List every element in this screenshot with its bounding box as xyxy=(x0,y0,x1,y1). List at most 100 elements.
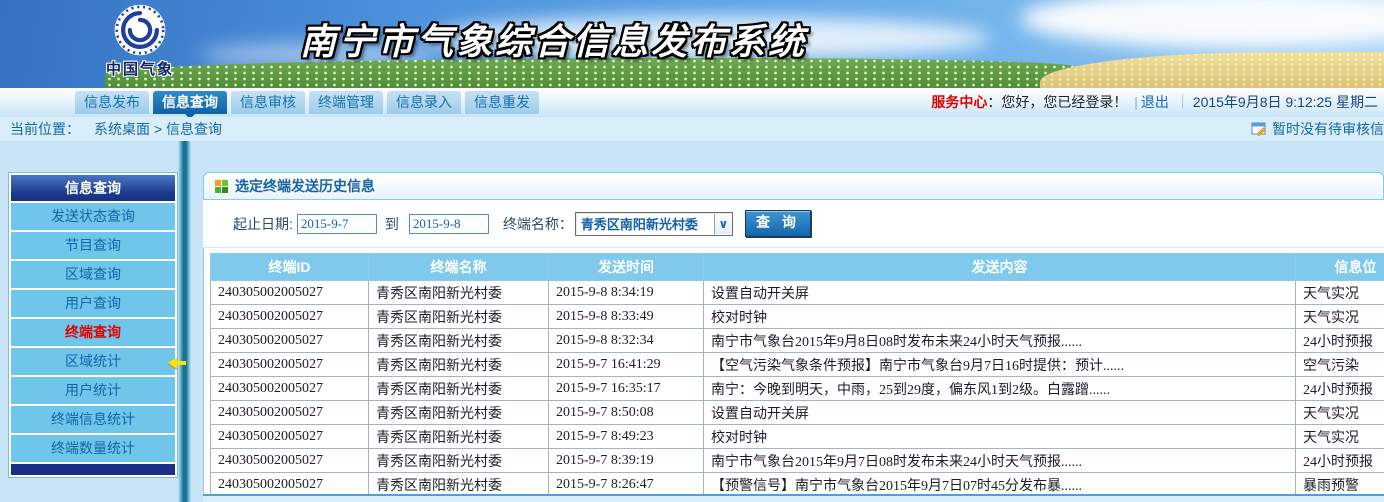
cell-send-time: 2015-9-7 16:35:17 xyxy=(549,377,704,401)
terminal-select-value: 青秀区南阳新光村委 xyxy=(576,214,714,233)
cell-terminal-id: 240305002005027 xyxy=(211,329,369,353)
cell-info-type: 24小时预报 xyxy=(1296,329,1384,353)
query-button[interactable]: 查 询 xyxy=(745,210,811,237)
cell-terminal-name: 青秀区南阳新光村委 xyxy=(369,305,549,329)
app-window: 中国气象 南宁市气象综合信息发布系统 信息发布信息查询信息审核终端管理信息录入信… xyxy=(0,0,1384,502)
end-date-input[interactable] xyxy=(409,214,489,234)
cell-send-time: 2015-9-7 8:49:23 xyxy=(549,425,704,449)
chevron-down-icon[interactable]: ∨ xyxy=(714,214,732,234)
col-terminal-id: 终端ID xyxy=(211,254,369,281)
weather-swirl-icon xyxy=(113,3,167,57)
cloud-decoration xyxy=(1020,0,1384,48)
sidebar-item[interactable]: 终端数量统计 xyxy=(11,435,175,462)
cell-send-content: 【预警信号】南宁市气象台2015年9月7日07时45分发布暴...... xyxy=(704,473,1296,497)
breadcrumb-bar: 当前位置： 系统桌面 > 信息查询 暂时没有待审核信息 xyxy=(0,117,1384,141)
cell-info-type: 24小时预报 xyxy=(1296,377,1384,401)
nav-tab[interactable]: 信息发布 xyxy=(75,91,149,114)
terminal-name-label: 终端名称： xyxy=(503,214,573,234)
cell-terminal-name: 青秀区南阳新光村委 xyxy=(369,281,549,305)
terminal-select[interactable]: 青秀区南阳新光村委 ∨ xyxy=(575,212,733,236)
cell-terminal-name: 青秀区南阳新光村委 xyxy=(369,449,549,473)
history-table-body: 240305002005027 青秀区南阳新光村委 2015-9-8 8:34:… xyxy=(211,281,1384,497)
table-row: 240305002005027 青秀区南阳新光村委 2015-9-7 8:49:… xyxy=(211,425,1384,449)
nav-tab[interactable]: 终端管理 xyxy=(309,91,383,114)
cell-send-time: 2015-9-8 8:32:34 xyxy=(549,329,704,353)
cell-terminal-name: 青秀区南阳新光村委 xyxy=(369,353,549,377)
cell-info-type: 空气污染 xyxy=(1296,353,1384,377)
grid-squares-icon xyxy=(215,180,228,193)
cell-send-content: 校对时钟 xyxy=(704,425,1296,449)
breadcrumb-path[interactable]: 系统桌面 > 信息查询 xyxy=(94,121,222,137)
cell-send-time: 2015-9-7 16:41:29 xyxy=(549,353,704,377)
cell-terminal-id: 240305002005027 xyxy=(211,473,369,497)
cell-send-content: 南宁市气象台2015年9月8日08时发布未来24小时天气预报...... xyxy=(704,329,1296,353)
cell-terminal-id: 240305002005027 xyxy=(211,425,369,449)
sidebar-item[interactable]: 发送状态查询 xyxy=(11,203,175,230)
sidebar-items: 发送状态查询节目查询区域查询用户查询终端查询区域统计用户统计终端信息统计终端数量… xyxy=(11,203,175,462)
logout-link[interactable]: 退出 xyxy=(1141,94,1169,110)
sidebar-item[interactable]: 终端查询 xyxy=(11,319,175,346)
pending-review-note: 暂时没有待审核信息 xyxy=(1251,117,1384,141)
history-table: 终端ID 终端名称 发送时间 发送内容 信息位 240305002005027 … xyxy=(210,253,1384,497)
panel-divider xyxy=(178,141,191,502)
cell-terminal-id: 240305002005027 xyxy=(211,281,369,305)
logo-label: 中国气象 xyxy=(88,58,192,79)
cell-send-content: 南宁：今晚到明天，中雨，25到29度，偏东风1到2级。白露蹭...... xyxy=(704,377,1296,401)
cell-info-type: 天气实况 xyxy=(1296,401,1384,425)
table-row: 240305002005027 青秀区南阳新光村委 2015-9-8 8:32:… xyxy=(211,329,1384,353)
cell-send-content: 南宁市气象台2015年9月7日08时发布未来24小时天气预报...... xyxy=(704,449,1296,473)
nav-tab[interactable]: 信息查询 xyxy=(153,91,227,114)
panel-title: 选定终端发送历史信息 xyxy=(235,176,375,196)
sidebar-item[interactable]: 区域统计 xyxy=(11,348,175,375)
cell-terminal-id: 240305002005027 xyxy=(211,401,369,425)
col-send-time: 发送时间 xyxy=(549,254,704,281)
cell-terminal-id: 240305002005027 xyxy=(211,377,369,401)
nav-tab[interactable]: 信息审核 xyxy=(231,91,305,114)
cell-info-type: 天气实况 xyxy=(1296,305,1384,329)
start-date-input[interactable] xyxy=(297,214,377,234)
col-info-type: 信息位 xyxy=(1296,254,1384,281)
to-label: 到 xyxy=(385,214,399,234)
cell-send-time: 2015-9-7 8:39:19 xyxy=(549,449,704,473)
collapse-sidebar-arrow[interactable] xyxy=(168,357,188,369)
table-row: 240305002005027 青秀区南阳新光村委 2015-9-7 16:35… xyxy=(211,377,1384,401)
cell-terminal-name: 青秀区南阳新光村委 xyxy=(369,377,549,401)
cell-send-time: 2015-9-7 8:50:08 xyxy=(549,401,704,425)
sidebar-item[interactable]: 用户统计 xyxy=(11,377,175,404)
table-row: 240305002005027 青秀区南阳新光村委 2015-9-7 8:26:… xyxy=(211,473,1384,497)
col-terminal-name: 终端名称 xyxy=(369,254,549,281)
table-row: 240305002005027 青秀区南阳新光村委 2015-9-8 8:34:… xyxy=(211,281,1384,305)
cell-send-content: 校对时钟 xyxy=(704,305,1296,329)
cell-terminal-id: 240305002005027 xyxy=(211,305,369,329)
service-center-info: 服务中心：您好，您已经登录！ |退出 ｜2015年9月8日 9:12:25 星期… xyxy=(931,88,1378,117)
cell-terminal-id: 240305002005027 xyxy=(211,353,369,377)
sidebar-item[interactable]: 节目查询 xyxy=(11,232,175,259)
notepad-pencil-icon xyxy=(1251,121,1267,137)
cell-info-type: 24小时预报 xyxy=(1296,449,1384,473)
content-panel-header: 选定终端发送历史信息 xyxy=(203,172,1384,200)
banner: 中国气象 南宁市气象综合信息发布系统 xyxy=(0,0,1384,88)
sidebar-footer-bar xyxy=(11,464,175,475)
cell-send-time: 2015-9-8 8:33:49 xyxy=(549,305,704,329)
col-send-content: 发送内容 xyxy=(704,254,1296,281)
sidebar-menu: 信息查询 发送状态查询节目查询区域查询用户查询终端查询区域统计用户统计终端信息统… xyxy=(8,172,178,478)
cell-send-content: 【空气污染气象条件预报】南宁市气象台9月7日16时提供：预计...... xyxy=(704,353,1296,377)
wheat-field-decoration xyxy=(1040,52,1384,88)
cell-terminal-id: 240305002005027 xyxy=(211,449,369,473)
system-title: 南宁市气象综合信息发布系统 xyxy=(300,13,807,65)
sidebar-item[interactable]: 区域查询 xyxy=(11,261,175,288)
table-row: 240305002005027 青秀区南阳新光村委 2015-9-7 8:39:… xyxy=(211,449,1384,473)
cell-send-content: 设置自动开关屏 xyxy=(704,281,1296,305)
sidebar-item[interactable]: 终端信息统计 xyxy=(11,406,175,433)
nav-tab[interactable]: 信息重发 xyxy=(465,91,539,114)
breadcrumb-label: 当前位置： xyxy=(10,121,80,137)
pending-review-text: 暂时没有待审核信息 xyxy=(1272,117,1384,141)
nav-tab[interactable]: 信息录入 xyxy=(387,91,461,114)
arrow-tail xyxy=(177,361,186,365)
arrow-left-icon xyxy=(168,357,177,369)
sidebar-item[interactable]: 用户查询 xyxy=(11,290,175,317)
cell-info-type: 暴雨预警 xyxy=(1296,473,1384,497)
table-bottom-strip xyxy=(203,494,1384,502)
table-row: 240305002005027 青秀区南阳新光村委 2015-9-7 16:41… xyxy=(211,353,1384,377)
current-datetime: 2015年9月8日 9:12:25 星期二 xyxy=(1193,94,1378,110)
